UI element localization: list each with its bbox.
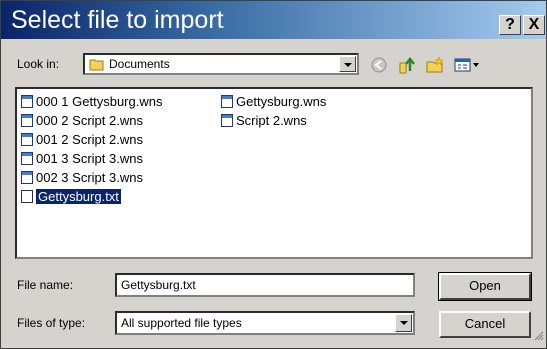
filetype-dropdown[interactable]: All supported file types	[115, 311, 415, 335]
dialog-title: Select file to import	[11, 6, 224, 34]
list-item[interactable]: Script 2.wns	[221, 112, 307, 130]
filetype-label: Files of type:	[17, 316, 86, 330]
open-button[interactable]: Open	[438, 272, 532, 301]
view-menu-icon[interactable]	[453, 55, 483, 75]
back-icon[interactable]	[369, 55, 389, 75]
filename-value: Gettysburg.txt	[121, 278, 196, 292]
chevron-down-icon[interactable]	[395, 314, 412, 332]
lookin-dropdown[interactable]: Documents	[83, 53, 359, 75]
help-button[interactable]: ?	[499, 15, 521, 35]
cancel-button[interactable]: Cancel	[439, 311, 531, 338]
close-button[interactable]: X	[523, 15, 545, 35]
up-folder-icon[interactable]	[397, 55, 417, 75]
resize-grip-icon[interactable]	[532, 328, 544, 346]
filename-label: File name:	[17, 278, 74, 292]
chevron-down-icon[interactable]	[339, 56, 356, 72]
wns-file-icon	[221, 95, 233, 108]
wns-file-icon	[21, 152, 33, 165]
list-item[interactable]: 000 1 Gettysburg.wns	[21, 93, 162, 111]
list-item[interactable]: 001 3 Script 3.wns	[21, 150, 143, 168]
list-item-selected[interactable]: Gettysburg.txt	[21, 188, 121, 206]
lookin-value: Documents	[109, 57, 170, 71]
txt-file-icon	[21, 190, 33, 203]
list-item[interactable]: Gettysburg.wns	[221, 93, 326, 111]
wns-file-icon	[21, 114, 33, 127]
filetype-value: All supported file types	[121, 316, 242, 330]
folder-icon	[89, 58, 105, 74]
wns-file-icon	[21, 171, 33, 184]
wns-file-icon	[21, 133, 33, 146]
list-item[interactable]: 000 2 Script 2.wns	[21, 112, 143, 130]
list-item[interactable]: 001 2 Script 2.wns	[21, 131, 143, 149]
wns-file-icon	[21, 95, 33, 108]
filename-input[interactable]: Gettysburg.txt	[115, 273, 415, 297]
file-dialog: Select file to import ? X Look in: Docum…	[0, 0, 547, 349]
title-bar[interactable]: Select file to import ? X	[1, 1, 546, 39]
lookin-label: Look in:	[17, 57, 60, 71]
file-list[interactable]: 000 1 Gettysburg.wns 000 2 Script 2.wns …	[15, 87, 533, 259]
new-folder-icon[interactable]	[425, 55, 445, 75]
wns-file-icon	[221, 114, 233, 127]
list-item[interactable]: 002 3 Script 3.wns	[21, 169, 143, 187]
